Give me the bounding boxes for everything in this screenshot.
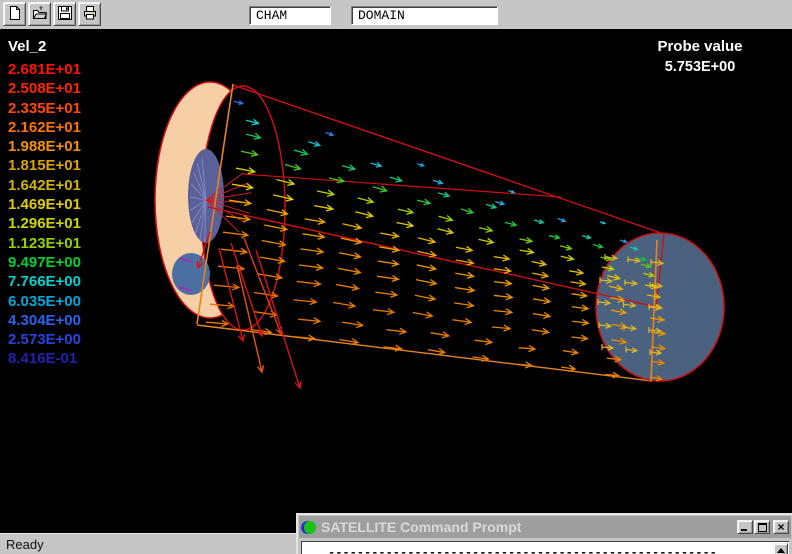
new-file-icon bbox=[7, 5, 23, 24]
satellite-terminal[interactable]: ----------------------------------------… bbox=[301, 541, 789, 554]
legend-value: 8.416E-01 bbox=[8, 349, 81, 368]
legend-value: 4.304E+00 bbox=[8, 311, 81, 330]
satellite-command-window: SATELLITE Command Prompt × -------------… bbox=[296, 513, 792, 554]
app-window: Vel_2 2.681E+012.508E+012.335E+012.162E+… bbox=[0, 0, 792, 554]
legend-title: Vel_2 bbox=[8, 38, 81, 55]
printer-icon bbox=[82, 5, 98, 24]
legend-value: 1.988E+01 bbox=[8, 137, 81, 156]
legend-value: 2.162E+01 bbox=[8, 118, 81, 137]
probe-label: Probe value bbox=[638, 38, 762, 55]
probe-value: 5.753E+00 bbox=[638, 59, 762, 75]
open-file-button[interactable] bbox=[28, 2, 51, 26]
legend-value: 7.766E+00 bbox=[8, 272, 81, 291]
maximize-button[interactable] bbox=[754, 520, 770, 534]
legend-value: 1.296E+01 bbox=[8, 214, 81, 233]
domain-field[interactable] bbox=[351, 6, 498, 25]
satellite-app-icon bbox=[301, 520, 316, 535]
legend-values: 2.681E+012.508E+012.335E+012.162E+011.98… bbox=[8, 60, 81, 369]
legend-value: 1.815E+01 bbox=[8, 156, 81, 175]
legend-value: 6.035E+00 bbox=[8, 292, 81, 311]
minimize-icon bbox=[741, 529, 747, 531]
legend-value: 1.642E+01 bbox=[8, 176, 81, 195]
legend-value: 1.469E+01 bbox=[8, 195, 81, 214]
new-file-button[interactable] bbox=[3, 2, 26, 26]
scroll-up-button[interactable] bbox=[773, 543, 788, 554]
minimize-button[interactable] bbox=[737, 520, 753, 534]
satellite-title-bar[interactable]: SATELLITE Command Prompt × bbox=[299, 516, 791, 538]
legend-value: 2.508E+01 bbox=[8, 79, 81, 98]
legend-value: 1.123E+01 bbox=[8, 234, 81, 253]
legend-value: 2.335E+01 bbox=[8, 99, 81, 118]
close-button[interactable]: × bbox=[773, 520, 789, 534]
terminal-output-line: ----------------------------------------… bbox=[302, 542, 789, 554]
save-file-button[interactable] bbox=[53, 2, 76, 26]
legend-value: 2.573E+00 bbox=[8, 330, 81, 349]
scene-svg bbox=[0, 0, 792, 554]
legend-value: 2.681E+01 bbox=[8, 60, 81, 79]
toolbar bbox=[0, 0, 792, 29]
close-icon: × bbox=[774, 521, 788, 533]
case-name-field[interactable] bbox=[249, 6, 331, 25]
save-floppy-icon bbox=[57, 5, 73, 24]
print-button[interactable] bbox=[78, 2, 101, 26]
legend-value: 9.497E+00 bbox=[8, 253, 81, 272]
scroll-up-icon bbox=[777, 548, 785, 553]
probe-readout: Probe value 5.753E+00 bbox=[638, 38, 762, 75]
maximize-icon bbox=[758, 523, 767, 532]
open-folder-icon bbox=[32, 5, 48, 24]
legend: Vel_2 2.681E+012.508E+012.335E+012.162E+… bbox=[8, 38, 81, 369]
satellite-window-title: SATELLITE Command Prompt bbox=[321, 519, 736, 535]
